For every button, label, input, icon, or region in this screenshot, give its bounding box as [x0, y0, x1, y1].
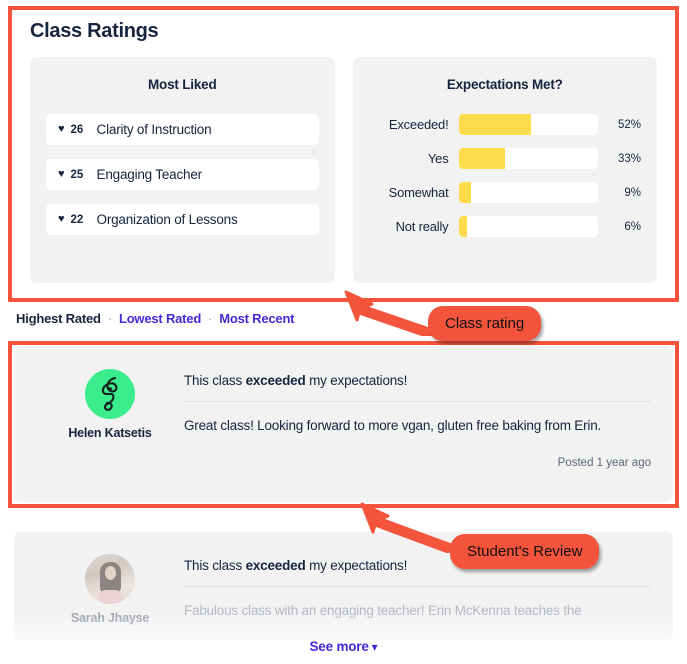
separator-dot: · — [208, 311, 213, 326]
heart-icon: ♥ — [58, 123, 65, 135]
expectations-bar-chart: Exceeded! 52% Yes 33% Somewhat 9% Not re… — [369, 114, 641, 237]
review-author-name: Sarah Jhayse — [70, 611, 150, 625]
chart-row: Yes 33% — [369, 148, 641, 169]
bar-track — [458, 114, 598, 135]
abstract-face-icon — [101, 376, 118, 411]
avatar-photo-body — [98, 590, 123, 604]
review-author-name: Helen Katsetis — [68, 426, 152, 440]
avatar — [85, 554, 135, 604]
review-timestamp: Posted 1 year ago — [557, 457, 651, 470]
like-label: Clarity of Instruction — [96, 122, 212, 137]
review-author-block: Helen Katsetis — [36, 365, 184, 486]
bar-track — [458, 216, 598, 237]
chart-row: Somewhat 9% — [369, 182, 641, 203]
like-label: Engaging Teacher — [96, 167, 203, 182]
review-sort-bar: Highest Rated · Lowest Rated · Most Rece… — [16, 311, 295, 326]
expectations-title: Expectations Met? — [446, 77, 563, 92]
annotation-label-class-rating: Class rating — [428, 306, 542, 341]
list-item[interactable]: ♥ 25 Engaging Teacher — [46, 159, 319, 190]
bar-value-label: 9% — [624, 186, 641, 199]
ratings-panels: Most Liked ♥ 26 Clarity of Instruction ♥… — [30, 57, 657, 283]
chevron-down-icon: ▾ — [371, 640, 378, 654]
review-text: Fabulous class with an engaging teacher!… — [184, 603, 582, 618]
bar-category-label: Somewhat — [388, 185, 449, 200]
like-count: 22 — [70, 213, 84, 226]
avatar-photo-face — [105, 566, 116, 580]
bar-value-label: 52% — [617, 118, 641, 131]
headline-pre: This class — [184, 558, 246, 573]
heart-icon: ♥ — [58, 213, 65, 225]
headline-post: my expectations! — [305, 373, 408, 388]
most-liked-title: Most Liked — [147, 77, 217, 92]
class-ratings-card: Class Ratings Most Liked ♥ 26 Clarity of… — [12, 10, 675, 298]
bar-category-label: Not really — [395, 219, 449, 234]
bar-category-label: Exceeded! — [388, 117, 449, 132]
expectations-panel: Expectations Met? Exceeded! 52% Yes 33% — [352, 57, 657, 283]
most-liked-list: ♥ 26 Clarity of Instruction ♥ 25 Engagin… — [46, 114, 319, 235]
divider — [184, 586, 651, 587]
list-item[interactable]: ♥ 22 Organization of Lessons — [46, 204, 319, 235]
headline-post: my expectations! — [305, 558, 408, 573]
like-count: 26 — [70, 123, 84, 136]
bar-category-label: Yes — [427, 151, 449, 166]
bar-fill — [458, 216, 467, 237]
bar-fill — [458, 114, 532, 135]
bar-value-label: 33% — [617, 152, 641, 165]
review-text: Great class! Looking forward to more vga… — [184, 418, 602, 433]
sort-option-highest-rated[interactable]: Highest Rated — [16, 311, 101, 326]
see-more-label: See more — [309, 639, 369, 654]
chart-row: Exceeded! 52% — [369, 114, 641, 135]
most-liked-panel: Most Liked ♥ 26 Clarity of Instruction ♥… — [30, 57, 335, 283]
see-more-button[interactable]: See more ▾ — [0, 639, 687, 654]
headline-emphasis: exceeded — [245, 558, 306, 573]
avatar — [85, 369, 135, 419]
page-title: Class Ratings — [30, 20, 159, 42]
headline-pre: This class — [184, 373, 246, 388]
headline-emphasis: exceeded — [245, 373, 306, 388]
like-count: 25 — [70, 168, 84, 181]
divider — [184, 401, 651, 402]
chart-row: Not really 6% — [369, 216, 641, 237]
bar-track — [458, 148, 598, 169]
bar-fill — [458, 148, 505, 169]
heart-icon: ♥ — [58, 168, 65, 180]
annotation-label-student-review: Student's Review — [450, 534, 600, 569]
review-card: Helen Katsetis This class exceeded my ex… — [14, 347, 673, 502]
like-label: Organization of Lessons — [96, 212, 238, 227]
sort-option-most-recent[interactable]: Most Recent — [219, 311, 294, 326]
sort-option-lowest-rated[interactable]: Lowest Rated — [119, 311, 201, 326]
separator-dot: · — [107, 311, 112, 326]
bar-track — [458, 182, 598, 203]
review-author-block: Sarah Jhayse — [36, 550, 184, 625]
list-item[interactable]: ♥ 26 Clarity of Instruction — [46, 114, 319, 145]
bar-value-label: 6% — [624, 220, 641, 233]
bar-fill — [458, 182, 472, 203]
review-headline: This class exceeded my expectations! — [184, 373, 651, 388]
review-body: This class exceeded my expectations! Gre… — [184, 365, 651, 486]
